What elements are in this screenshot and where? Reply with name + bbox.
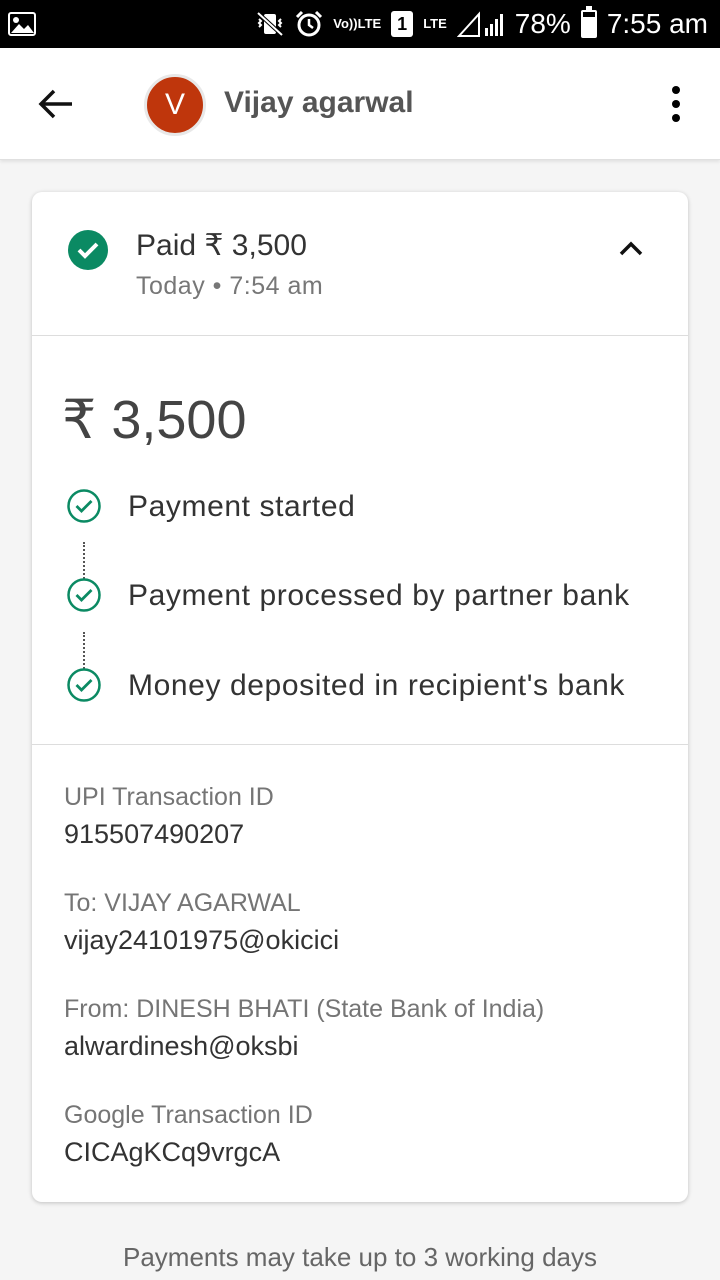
status-bar: Vo)) LTE 1 LTE 78% 7:55 am — [0, 0, 720, 48]
payment-progress-section: ₹ 3,500 Payment started Payment processed… — [32, 336, 688, 745]
lte-icon: LTE — [423, 16, 447, 31]
sim-badge: 1 — [391, 11, 414, 37]
step-label: Payment processed by partner bank — [128, 579, 630, 612]
recipient-label: To: VIJAY AGARWAL — [64, 889, 301, 917]
signal-icon — [456, 10, 505, 38]
recipient-upi-id[interactable]: vijay24101975@okicici — [64, 925, 339, 956]
battery-icon — [580, 6, 597, 38]
check-circle-filled-icon — [68, 230, 108, 270]
footer-note: Payments may take up to 3 working days — [122, 1242, 597, 1272]
check-circle-outline-icon — [67, 489, 101, 523]
payment-status-title: Paid ₹ 3,500 — [136, 229, 307, 262]
app-bar: V Vijay agarwal — [0, 48, 720, 160]
step-label: Payment started — [128, 490, 356, 523]
amount: ₹ 3,500 — [62, 390, 247, 450]
transaction-summary[interactable]: Paid ₹ 3,500 Today • 7:54 am — [32, 192, 688, 336]
alarm-icon — [295, 10, 323, 38]
contact-name[interactable]: Vijay agarwal — [224, 86, 414, 120]
volte-icon: Vo)) LTE — [333, 16, 382, 31]
upi-transaction-id-label: UPI Transaction ID — [64, 783, 274, 811]
vibrate-mute-icon — [255, 11, 285, 37]
more-options-button[interactable] — [660, 82, 692, 126]
more-vert-icon — [672, 86, 680, 94]
sender-label: From: DINESH BHATI (State Bank of India) — [64, 995, 545, 1023]
sender-upi-id[interactable]: alwardinesh@oksbi — [64, 1031, 299, 1062]
payment-timestamp: Today • 7:54 am — [136, 272, 324, 300]
battery-percent: 78% — [514, 8, 571, 39]
battery-fill — [582, 17, 595, 36]
step-money-deposited: Money deposited in recipient's bank — [66, 667, 666, 703]
more-vert-dot — [672, 114, 680, 122]
check-circle-outline-icon — [67, 668, 101, 702]
more-vert-dot — [672, 100, 680, 108]
check-circle-outline-icon — [67, 578, 101, 612]
image-notification-icon — [8, 12, 36, 36]
upi-transaction-id-value[interactable]: 915507490207 — [64, 819, 244, 850]
collapse-button[interactable] — [616, 234, 646, 264]
step-label: Money deposited in recipient's bank — [128, 669, 626, 702]
clock: 7:55 am — [606, 8, 708, 39]
step-payment-started: Payment started — [66, 488, 666, 524]
google-transaction-id-label: Google Transaction ID — [64, 1101, 313, 1129]
chevron-up-icon — [619, 241, 643, 256]
step-payment-processed: Payment processed by partner bank — [66, 577, 666, 613]
avatar[interactable]: V — [144, 74, 206, 136]
arrow-left-icon — [38, 89, 72, 119]
back-button[interactable] — [36, 84, 76, 124]
transaction-card: Paid ₹ 3,500 Today • 7:54 am ₹ 3,500 Pay… — [32, 192, 688, 1202]
google-transaction-id-value[interactable]: CICAgKCq9vrgcA — [64, 1137, 280, 1168]
